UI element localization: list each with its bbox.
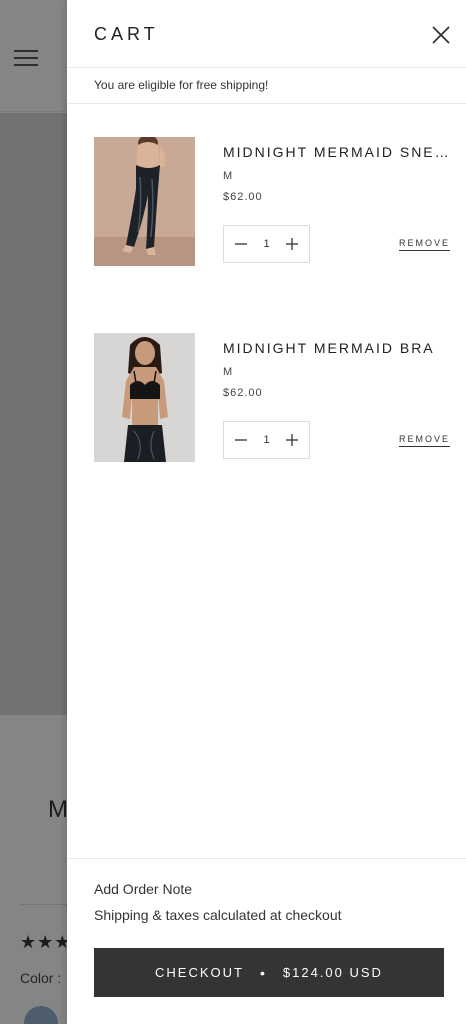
close-icon: [432, 26, 450, 44]
quantity-stepper: 1: [223, 225, 310, 263]
product-name[interactable]: MIDNIGHT MERMAID SNEA…: [223, 144, 452, 160]
checkout-label: CHECKOUT: [155, 965, 244, 980]
quantity-decrease-button[interactable]: [227, 226, 255, 262]
cart-item: MIDNIGHT MERMAID SNEA… M $62.00 1 REMOVE: [67, 137, 466, 297]
minus-icon: [235, 243, 247, 245]
cart-drawer: CART You are eligible for free shipping!: [67, 0, 466, 1024]
checkout-total: $124.00 USD: [282, 965, 383, 980]
product-price: $62.00: [223, 387, 263, 399]
product-image[interactable]: [94, 137, 195, 266]
add-order-note-link[interactable]: Add Order Note: [94, 881, 192, 897]
free-shipping-message: You are eligible for free shipping!: [67, 68, 466, 104]
close-button[interactable]: [430, 24, 452, 46]
product-variant: M: [223, 366, 233, 378]
bra-product-photo: [94, 333, 195, 462]
quantity-value[interactable]: 1: [252, 226, 281, 262]
quantity-stepper: 1: [223, 421, 310, 459]
product-price: $62.00: [223, 191, 263, 203]
leggings-product-photo: [94, 137, 195, 266]
cart-footer: Add Order Note Shipping & taxes calculat…: [67, 858, 466, 1024]
product-image[interactable]: [94, 333, 195, 462]
cart-item: MIDNIGHT MERMAID BRA M $62.00 1 REMOVE: [67, 333, 466, 493]
quantity-decrease-button[interactable]: [227, 422, 255, 458]
product-variant: M: [223, 170, 233, 182]
remove-item-link[interactable]: REMOVE: [398, 434, 450, 447]
product-name[interactable]: MIDNIGHT MERMAID BRA: [223, 340, 452, 356]
cart-title: CART: [94, 24, 159, 44]
minus-icon: [235, 439, 247, 441]
quantity-increase-button[interactable]: [278, 226, 306, 262]
remove-item-link[interactable]: REMOVE: [398, 238, 450, 251]
plus-icon: [286, 238, 298, 250]
checkout-separator: •: [259, 964, 267, 981]
shipping-taxes-note: Shipping & taxes calculated at checkout: [94, 907, 342, 923]
quantity-increase-button[interactable]: [278, 422, 306, 458]
quantity-value[interactable]: 1: [252, 422, 281, 458]
checkout-button[interactable]: CHECKOUT • $124.00 USD: [94, 948, 444, 997]
cart-header: CART: [67, 0, 466, 68]
plus-icon: [286, 434, 298, 446]
